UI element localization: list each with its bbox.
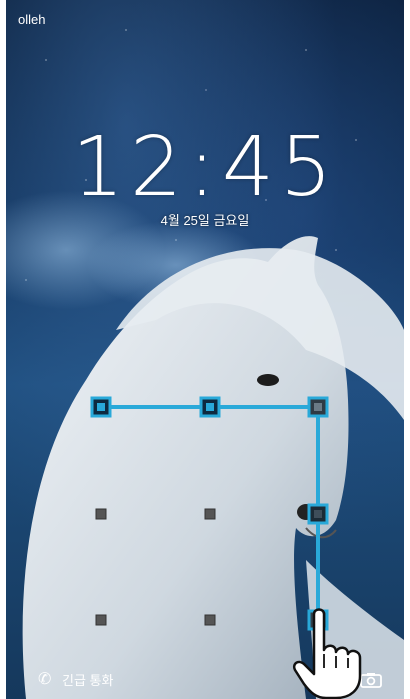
pattern-node-2[interactable]: [199, 396, 221, 418]
pattern-node-4[interactable]: [95, 508, 107, 520]
emergency-call-label: 긴급 통화: [62, 673, 114, 688]
phone-frame: olleh 12:45 4월 25일 금요일 ✆ 긴급 통화: [0, 0, 410, 699]
pattern-node-5[interactable]: [204, 508, 216, 520]
hand-pointer-icon: [293, 608, 362, 699]
emergency-call-button[interactable]: ✆ 긴급 통화: [38, 670, 113, 689]
pattern-lock[interactable]: [6, 0, 404, 699]
lock-screen: olleh 12:45 4월 25일 금요일 ✆ 긴급 통화: [6, 0, 404, 699]
phone-icon: ✆: [38, 670, 52, 688]
pattern-node-8[interactable]: [204, 614, 216, 626]
pattern-node-1[interactable]: [90, 396, 112, 418]
pattern-node-7[interactable]: [95, 614, 107, 626]
pattern-node-3[interactable]: [307, 396, 329, 418]
pattern-node-6[interactable]: [307, 503, 329, 525]
